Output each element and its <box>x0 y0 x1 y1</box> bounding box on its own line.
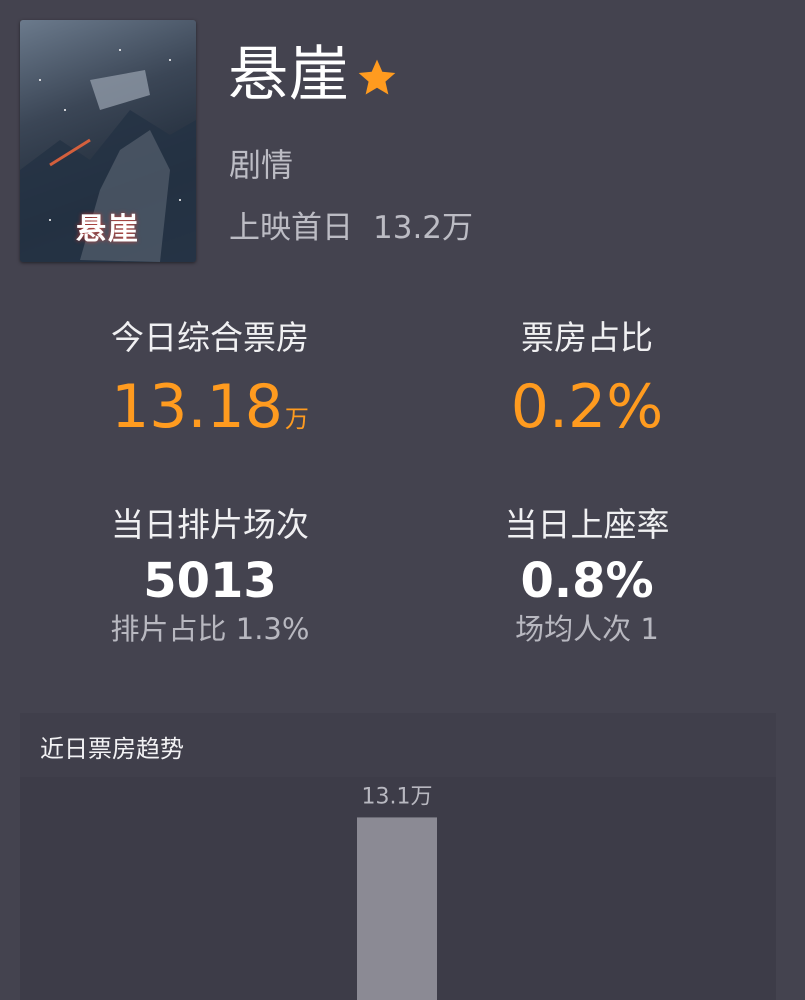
box-office-unit: 万 <box>284 405 309 433</box>
box-office-share-value: 0.2% <box>510 372 664 442</box>
movie-genre: 剧情 <box>229 146 294 184</box>
movie-poster[interactable]: 悬崖 <box>20 20 196 262</box>
trend-title: 近日票房趋势 <box>40 735 184 763</box>
movie-title: 悬崖 <box>228 40 350 110</box>
box-office-stat: 今日综合票房 13.18万 <box>50 318 370 454</box>
box-office-value: 13.18万 <box>50 372 370 454</box>
box-office-share-stat: 票房占比 0.2% <box>427 318 747 442</box>
avg-attendance: 场均人次 1 <box>515 612 659 646</box>
screenings-label: 当日排片场次 <box>111 505 309 544</box>
screenings-stat: 当日排片场次 5013 排片占比 1.3% <box>50 505 370 647</box>
poster-title: 悬崖 <box>76 212 140 247</box>
box-office-share-label: 票房占比 <box>521 318 653 357</box>
screenings-share: 排片占比 1.3% <box>110 612 310 646</box>
screenings-value: 5013 <box>143 553 277 609</box>
box-office-trend-chart: 13.1万 <box>357 784 437 1000</box>
trend-bar[interactable] <box>357 817 437 1000</box>
box-office-trend-card: 近日票房趋势 13.1万 <box>20 713 776 1000</box>
trend-header: 近日票房趋势 <box>20 713 776 777</box>
occupancy-value: 0.8% <box>520 553 654 609</box>
box-office-label: 今日综合票房 <box>111 318 309 357</box>
trend-bar-label: 13.1万 <box>362 784 433 809</box>
release-day-label: 上映首日 <box>229 210 353 246</box>
occupancy-stat: 当日上座率 0.8% 场均人次 1 <box>427 505 747 647</box>
release-day-row: 上映首日 13.2万 <box>229 202 473 247</box>
star-icon[interactable] <box>355 56 399 100</box>
release-day-value: 13.2万 <box>373 210 474 246</box>
box-office-number: 13.18 <box>111 372 283 442</box>
occupancy-label: 当日上座率 <box>504 505 670 544</box>
